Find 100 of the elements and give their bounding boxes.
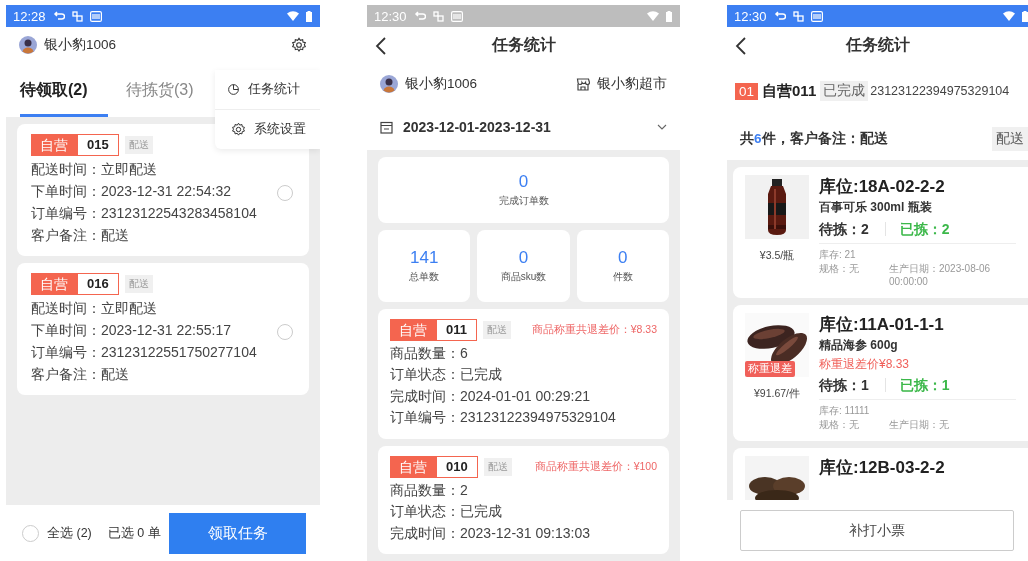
production-date: 生产日期：2023-08-06 00:00:00 — [889, 262, 992, 288]
order-detail-text: 客户备注：配送 — [31, 365, 129, 384]
order-detail-text: 完成时间：2023-12-31 09:13:03 — [390, 523, 590, 543]
delivery-tag: 配送 — [483, 457, 512, 476]
status-time: 12:28 — [13, 8, 46, 24]
delivery-tag: 配送 — [124, 275, 153, 293]
stock-text: 库存: 21 — [819, 248, 857, 262]
source-tag: 自营 — [31, 134, 77, 156]
wifi-icon — [1003, 11, 1015, 21]
refund-price: 称重退差价¥8.33 — [819, 356, 911, 373]
order-detail-text: 下单时间：2023-12-31 22:55:17 — [31, 321, 231, 340]
order-detail-text: 订单编号：23123122543283458104 — [31, 204, 257, 223]
picked-count: 已拣：1 — [884, 378, 950, 392]
tab[interactable]: 待拣货(3) — [126, 80, 214, 117]
stat-value: 0 — [618, 247, 628, 268]
order-number: 23123122394975329104 — [870, 84, 1010, 98]
order-detail-text: 配送时间：立即配送 — [31, 299, 157, 318]
battery-icon — [666, 10, 672, 22]
stat-value: 141 — [409, 247, 439, 268]
storage-location: 库位:18A-02-2-2 — [819, 176, 946, 198]
back-icon[interactable] — [735, 36, 747, 55]
weight-refund-badge: 称重退差 — [745, 361, 795, 377]
order-detail-text: 订单编号：23123122394975329104 — [390, 408, 616, 427]
order-number-tag: 010 — [436, 455, 478, 478]
chevron-down-icon[interactable] — [657, 124, 667, 130]
stat-label: 总单数 — [409, 269, 440, 284]
stock-text: 库存: 11111 — [819, 404, 871, 418]
delivery-tag: 配送 — [483, 320, 511, 339]
delivery-tag: 配送 — [992, 127, 1028, 151]
back-icon[interactable] — [375, 36, 387, 55]
order-detail-text: 完成时间：2024-01-01 00:29:21 — [390, 386, 590, 406]
rotate-arrow-icon — [773, 10, 786, 22]
index-tag: 01 — [735, 82, 759, 100]
to-pick-count: 待拣：1 — [819, 376, 869, 395]
stat-label: 完成订单数 — [498, 193, 549, 208]
status-time: 12:30 — [734, 8, 767, 24]
order-detail-text: 商品数量：2 — [390, 480, 468, 500]
store-icon — [576, 77, 590, 91]
unit-price: ¥3.5/瓶 — [759, 249, 795, 263]
wifi-icon — [287, 11, 299, 21]
storage-location: 库位:11A-01-1-1 — [819, 314, 945, 336]
stat-label: 商品sku数 — [500, 269, 547, 284]
store-name: 银小豹超市 — [597, 75, 667, 93]
reprint-receipt-button[interactable]: 补打小票 — [740, 510, 1014, 551]
picked-count: 已拣：2 — [884, 222, 950, 236]
avatar-icon — [380, 75, 398, 93]
stat-value: 0 — [518, 247, 529, 268]
date-range[interactable]: 2023-12-01-2023-12-31 — [403, 119, 551, 135]
rotate-arrow-icon — [413, 10, 426, 22]
calendar-icon[interactable] — [380, 120, 393, 134]
source-tag: 自营 — [390, 455, 436, 478]
page-title: 任务统计 — [845, 36, 910, 53]
wifi-icon — [647, 11, 659, 21]
radio-button[interactable] — [277, 324, 293, 340]
unit-price: ¥91.67/件 — [753, 387, 800, 401]
order-detail-text: 订单状态：已完成 — [390, 365, 502, 384]
source-tag: 自营 — [31, 273, 77, 295]
order-summary: 共6件，客户备注：配送 — [740, 130, 888, 148]
order-number-tag: 016 — [77, 273, 119, 295]
order-detail-text: 订单状态：已完成 — [390, 502, 502, 521]
network-icon — [71, 10, 83, 22]
to-pick-count: 待拣：2 — [819, 220, 869, 239]
order-detail-text: 商品数量：6 — [390, 343, 468, 363]
production-date: 生产日期：无 — [889, 418, 950, 431]
chart-icon — [227, 83, 240, 96]
user-name: 银小豹1006 — [44, 35, 117, 54]
order-detail-text: 订单编号：23123122551750277104 — [31, 343, 257, 362]
product-name: 精品海参 600g — [819, 337, 899, 354]
delivery-tag: 配送 — [124, 136, 153, 154]
rotate-arrow-icon — [52, 10, 65, 22]
stat-value: 0 — [518, 171, 529, 192]
settings-icon — [231, 122, 246, 137]
barcode-icon — [450, 10, 463, 22]
spec-text: 规格：无 — [819, 262, 860, 276]
radio-button[interactable] — [277, 185, 293, 201]
battery-icon — [1022, 10, 1028, 22]
spec-text: 规格：无 — [819, 418, 860, 431]
order-detail-text: 配送时间：立即配送 — [31, 160, 157, 179]
order-detail-text: 客户备注：配送 — [31, 226, 129, 245]
menu-item[interactable]: 任务统计 — [215, 70, 320, 109]
battery-icon — [306, 10, 312, 22]
network-icon — [432, 10, 444, 22]
selected-count: 已选 0 单 — [107, 524, 161, 542]
user-name: 银小豹1006 — [405, 75, 478, 93]
refund-text: 商品称重共退差价：¥100 — [534, 459, 657, 474]
order-number-tag: 011 — [436, 318, 477, 341]
avatar-icon — [19, 35, 37, 54]
select-all-label[interactable]: 全选 (2) — [47, 524, 92, 542]
barcode-icon — [89, 10, 102, 22]
settings-icon[interactable] — [291, 36, 307, 53]
status-tag: 已完成 — [820, 81, 869, 101]
order-name: 自营011 — [762, 81, 817, 101]
storage-location: 库位:12B-03-2-2 — [819, 457, 946, 479]
order-number-tag: 015 — [77, 134, 119, 156]
network-icon — [792, 10, 804, 22]
refund-text: 商品称重共退差价：¥8.33 — [531, 322, 657, 337]
status-time: 12:30 — [374, 8, 407, 24]
claim-task-button[interactable]: 领取任务 — [169, 512, 306, 554]
page-title: 任务统计 — [491, 36, 556, 53]
source-tag: 自营 — [390, 318, 436, 341]
